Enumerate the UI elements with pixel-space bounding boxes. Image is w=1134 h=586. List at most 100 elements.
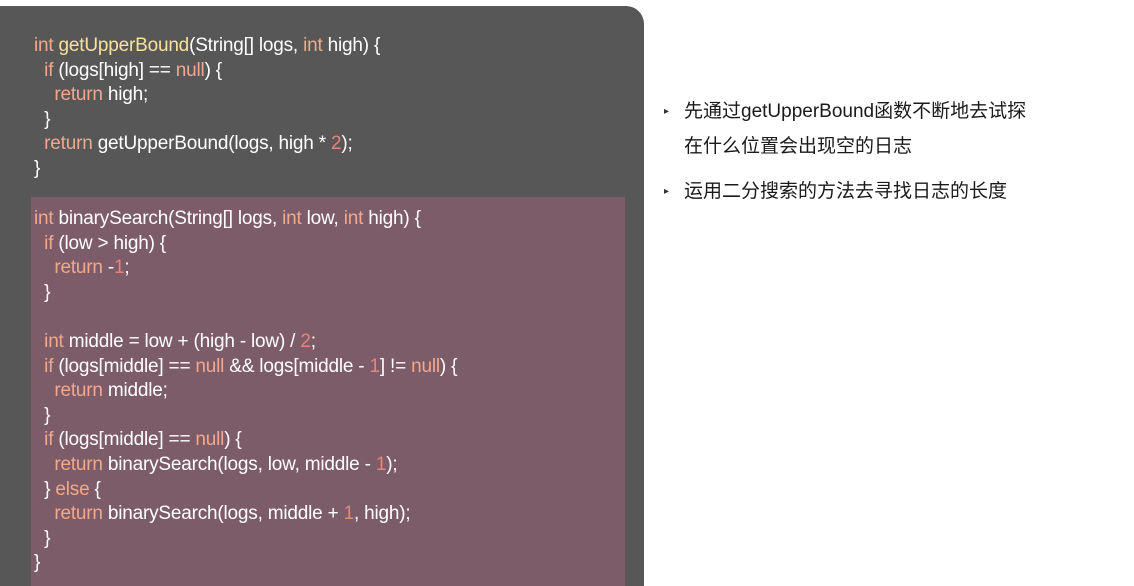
code-line: return -1; <box>34 256 457 281</box>
code-token: } <box>34 552 41 574</box>
code-token: - <box>102 257 114 279</box>
code-line: return middle; <box>34 379 457 404</box>
code-line: if (logs[high] == null) { <box>34 59 380 84</box>
code-token: getUpperBound <box>58 35 190 56</box>
slide: int getUpperBound(String[] logs, int hig… <box>0 0 1134 586</box>
code-line: } <box>34 404 457 429</box>
code-token: (String[] logs, <box>189 35 304 56</box>
code-line: } <box>34 527 457 552</box>
code-token: 1 <box>113 257 125 279</box>
code-token: high; <box>102 84 149 106</box>
bullet-list: ▸ 先通过getUpperBound函数不断地去试探 在什么位置会出现空的日志 … <box>664 94 1124 219</box>
code-token: null <box>195 429 225 451</box>
code-line: } else { <box>34 478 457 503</box>
code-token: int <box>343 208 364 229</box>
code-token: return <box>54 503 103 525</box>
code-token: ); <box>386 453 398 475</box>
code-token: (low > high) { <box>53 232 166 254</box>
code-token: return <box>54 84 103 106</box>
code-token: 1 <box>375 453 387 475</box>
code-line: int getUpperBound(String[] logs, int hig… <box>34 34 380 59</box>
code-token: int <box>303 35 323 56</box>
code-token: } <box>34 157 41 179</box>
bullet-line: 先通过getUpperBound函数不断地去试探 <box>684 101 1027 122</box>
code-token: int <box>34 35 59 56</box>
bullet-marker: ▸ <box>664 186 670 197</box>
code-token: return <box>54 257 103 279</box>
code-token: middle; <box>102 380 168 402</box>
code-token: ); <box>341 133 353 155</box>
code-token: low, <box>301 208 344 229</box>
code-token: return <box>54 380 103 402</box>
code-token: getUpperBound(logs, high * <box>92 133 332 155</box>
code-token: 2 <box>331 133 342 155</box>
code-token: 2 <box>300 330 311 352</box>
code-line: if (logs[middle] == null && logs[middle … <box>34 355 457 380</box>
code-token: if <box>44 355 54 377</box>
code-token: { <box>89 478 101 500</box>
bullet-line: 运用二分搜索的方法去寻找日志的长度 <box>684 181 1008 202</box>
code-token: else <box>55 478 90 500</box>
bullet-item: ▸ 先通过getUpperBound函数不断地去试探 在什么位置会出现空的日志 <box>664 94 1124 164</box>
code-token: return <box>44 133 93 155</box>
get-upper-bound-code: int getUpperBound(String[] logs, int hig… <box>34 34 380 182</box>
code-token: ) { <box>224 429 242 451</box>
code-token: int <box>34 208 54 229</box>
bullet-item: ▸ 运用二分搜索的方法去寻找日志的长度 <box>664 174 1124 209</box>
code-token: (logs[high] == <box>53 59 176 81</box>
code-line: } <box>34 157 380 182</box>
code-token: null <box>195 355 225 377</box>
code-token: binarySearch(logs, low, middle - <box>102 453 376 475</box>
code-token: if <box>44 232 54 254</box>
code-line: if (logs[middle] == null) { <box>34 428 457 453</box>
code-token: high) { <box>322 35 381 56</box>
code-token: } <box>34 527 51 549</box>
code-token: int <box>282 208 302 229</box>
code-token: (logs[middle] == <box>53 429 196 451</box>
code-token: && logs[middle - <box>224 355 370 377</box>
code-token: if <box>44 59 54 81</box>
code-line: } <box>34 551 457 576</box>
code-token: null <box>175 59 205 81</box>
code-token: , high); <box>353 503 411 525</box>
code-line: int middle = low + (high - low) / 2; <box>34 330 457 355</box>
bullet-line: 在什么位置会出现空的日志 <box>684 136 913 157</box>
code-token: } <box>34 108 51 130</box>
code-token: ; <box>124 257 130 279</box>
code-line: int binarySearch(String[] logs, int low,… <box>34 207 457 232</box>
code-token: ] != <box>379 355 412 377</box>
code-token: middle = low + (high - low) / <box>63 330 301 352</box>
code-token: ; <box>310 330 316 352</box>
binary-search-code: int binarySearch(String[] logs, int low,… <box>34 207 457 576</box>
code-token: binarySearch(String[] logs, <box>53 208 283 229</box>
code-line: return getUpperBound(logs, high * 2); <box>34 132 380 157</box>
bullet-marker: ▸ <box>664 106 670 117</box>
code-line: return binarySearch(logs, low, middle - … <box>34 453 457 478</box>
code-token: return <box>54 453 103 475</box>
code-token: } <box>34 478 56 500</box>
code-token: (logs[middle] == <box>53 355 196 377</box>
code-line: return binarySearch(logs, middle + 1, hi… <box>34 502 457 527</box>
code-token: 1 <box>369 355 381 377</box>
code-token: binarySearch(logs, middle + <box>102 503 344 525</box>
code-line: return high; <box>34 83 380 108</box>
code-line: } <box>34 108 380 133</box>
code-line: if (low > high) { <box>34 232 457 257</box>
code-token: 1 <box>343 503 355 525</box>
code-line: } <box>34 281 457 306</box>
code-token: high) { <box>363 208 421 229</box>
code-token: } <box>34 281 51 303</box>
code-token: int <box>44 330 64 352</box>
